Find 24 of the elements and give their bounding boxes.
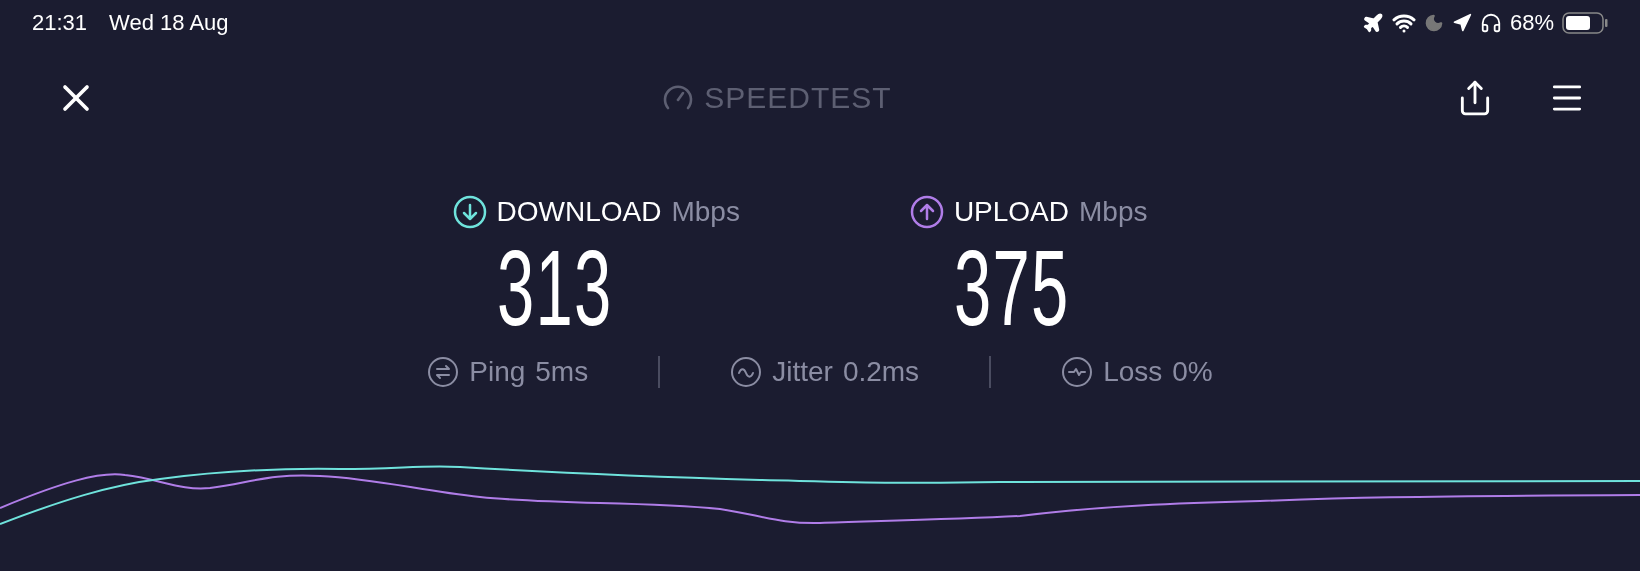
headphones-icon: [1479, 12, 1502, 34]
metric-unit: Mbps: [1079, 196, 1148, 228]
status-date: Wed 18 Aug: [109, 10, 229, 36]
speedtest-logo: SPEEDTEST: [704, 81, 892, 115]
metric-value: 313: [496, 234, 613, 342]
metric-label: DOWNLOAD: [496, 196, 662, 228]
status-time: 21:31: [32, 10, 88, 36]
moon-icon: [1423, 13, 1444, 33]
metric-unit: Mbps: [671, 196, 740, 228]
stat-label: Jitter: [772, 356, 833, 388]
stat-value: 5ms: [535, 356, 589, 388]
metric-label: UPLOAD: [953, 196, 1070, 228]
metric-value: 375: [953, 234, 1071, 342]
stat-label: Loss: [1103, 356, 1163, 388]
wave-circle-icon: [730, 356, 763, 388]
arrows-circle-icon: [427, 356, 460, 388]
stat-label: Ping: [469, 356, 526, 388]
stat-value: 0.2ms: [842, 356, 920, 388]
battery-icon: [1562, 12, 1608, 34]
pulse-circle-icon: [1061, 356, 1094, 388]
stat-value: 0%: [1172, 356, 1213, 388]
battery-percent: 68%: [1509, 10, 1554, 36]
airplane-icon: [1361, 12, 1384, 34]
location-arrow-icon: [1451, 13, 1472, 33]
